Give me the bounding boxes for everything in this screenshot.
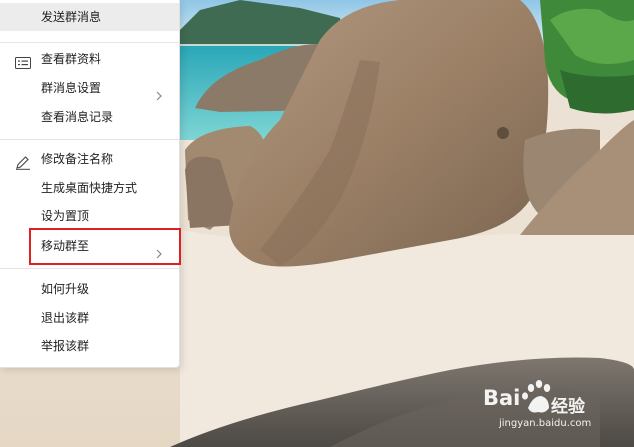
menu-item-edit-remark-name[interactable]: 修改备注名称 (0, 145, 179, 173)
menu-item-view-group-profile[interactable]: 查看群资料 (0, 45, 179, 73)
watermark-url: jingyan.baidu.com (499, 418, 592, 429)
menu-item-report-group[interactable]: 举报该群 (0, 332, 179, 360)
menu-item-label: 群消息设置 (41, 81, 102, 95)
menu-item-label: 查看群资料 (41, 52, 102, 66)
menu-separator (0, 42, 179, 43)
group-context-menu: 发送群消息 查看群资料 群消息设置 查看消息记录 修改备注名称 生成桌面快捷方式… (0, 0, 180, 368)
menu-item-pin-to-top[interactable]: 设为置顶 (0, 202, 179, 230)
menu-item-label: 生成桌面快捷方式 (41, 181, 138, 195)
menu-separator (0, 139, 179, 140)
chevron-right-icon (155, 83, 163, 101)
pencil-icon (15, 152, 31, 170)
menu-item-leave-group[interactable]: 退出该群 (0, 304, 179, 332)
menu-item-how-to-upgrade[interactable]: 如何升级 (0, 275, 179, 303)
menu-item-create-desktop-shortcut[interactable]: 生成桌面快捷方式 (0, 174, 179, 202)
menu-item-label: 修改备注名称 (41, 152, 114, 166)
menu-item-view-message-history[interactable]: 查看消息记录 (0, 103, 179, 131)
menu-item-label: 设为置顶 (41, 209, 90, 223)
watermark-brand: Bai (483, 386, 521, 410)
menu-item-send-group-message[interactable]: 发送群消息 (0, 3, 179, 31)
profile-card-icon (15, 52, 31, 69)
menu-separator (0, 268, 179, 269)
menu-item-group-message-settings[interactable]: 群消息设置 (0, 74, 179, 102)
menu-item-label: 查看消息记录 (41, 110, 114, 124)
watermark-brand-suffix: 经验 (551, 397, 585, 417)
desktop-screen: 发送群消息 查看群资料 群消息设置 查看消息记录 修改备注名称 生成桌面快捷方式… (0, 0, 634, 447)
menu-item-label: 如何升级 (41, 282, 90, 296)
baidu-jingyan-watermark: Bai 经验 jingyan.baidu.com (465, 378, 625, 438)
menu-item-label: 退出该群 (41, 311, 90, 325)
menu-item-label: 举报该群 (41, 339, 90, 353)
menu-item-label: 发送群消息 (41, 10, 102, 24)
highlight-annotation-box (29, 228, 181, 265)
